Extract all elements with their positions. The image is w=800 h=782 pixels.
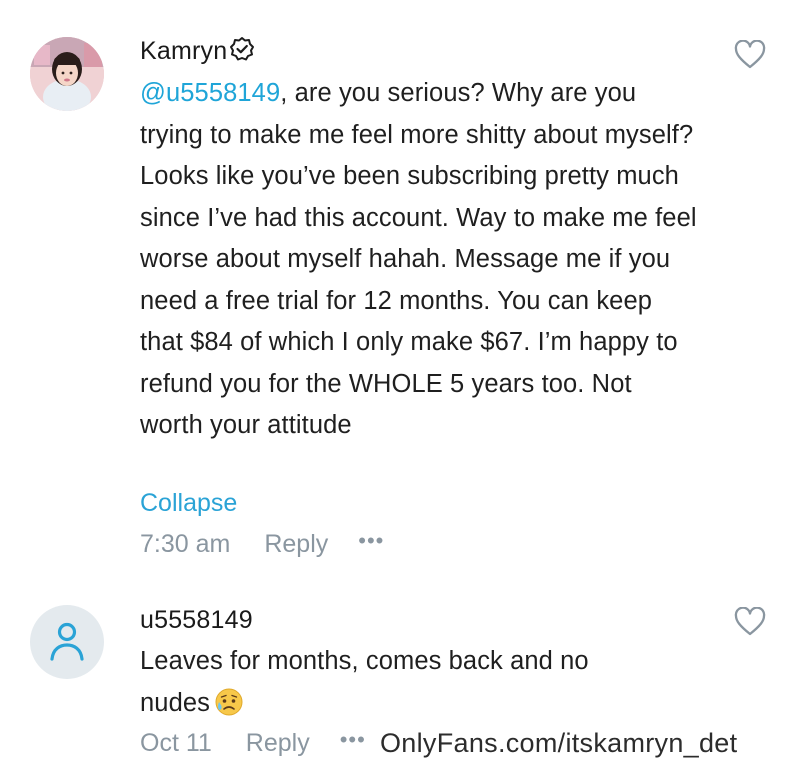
comment-body: Leaves for months, comes back and no nud… — [140, 647, 589, 717]
avatar[interactable] — [30, 605, 104, 679]
comment-author[interactable]: u5558149 — [140, 606, 253, 635]
like-button[interactable] — [734, 606, 766, 637]
mention-link[interactable]: @u5558149 — [140, 79, 280, 107]
comment-text: @u5558149, are you serious? Why are you … — [140, 73, 700, 447]
comment-author[interactable]: Kamryn — [140, 36, 255, 69]
comment-body: , are you serious? Why are you trying to… — [140, 79, 697, 439]
sad-sweat-emoji-icon — [214, 687, 244, 717]
comment-time: Oct 11 — [140, 729, 212, 757]
comment-text: Leaves for months, comes back and no nud… — [140, 641, 660, 724]
avatar[interactable] — [30, 37, 104, 111]
comment-meta: 7:30 am Reply ••• — [140, 528, 384, 559]
reply-button[interactable]: Reply — [264, 530, 328, 559]
reply-button[interactable]: Reply — [246, 729, 310, 758]
comment-meta: Oct 11 Reply ••• — [140, 727, 366, 758]
comment-kamryn: Kamryn @u5558149, are you serious? Why a… — [0, 0, 800, 580]
avatar-photo — [30, 37, 104, 111]
comment-time: 7:30 am — [140, 530, 231, 558]
author-name: Kamryn — [140, 37, 228, 65]
user-icon — [50, 622, 84, 661]
collapse-link[interactable]: Collapse — [140, 489, 237, 518]
verified-badge-icon — [229, 36, 255, 69]
heart-icon — [734, 606, 766, 636]
heart-icon — [734, 39, 766, 69]
like-button[interactable] — [734, 39, 766, 70]
more-dots-icon[interactable]: ••• — [340, 727, 366, 753]
watermark: OnlyFans.com/itskamryn_det — [380, 728, 738, 758]
more-dots-icon[interactable]: ••• — [358, 528, 384, 554]
